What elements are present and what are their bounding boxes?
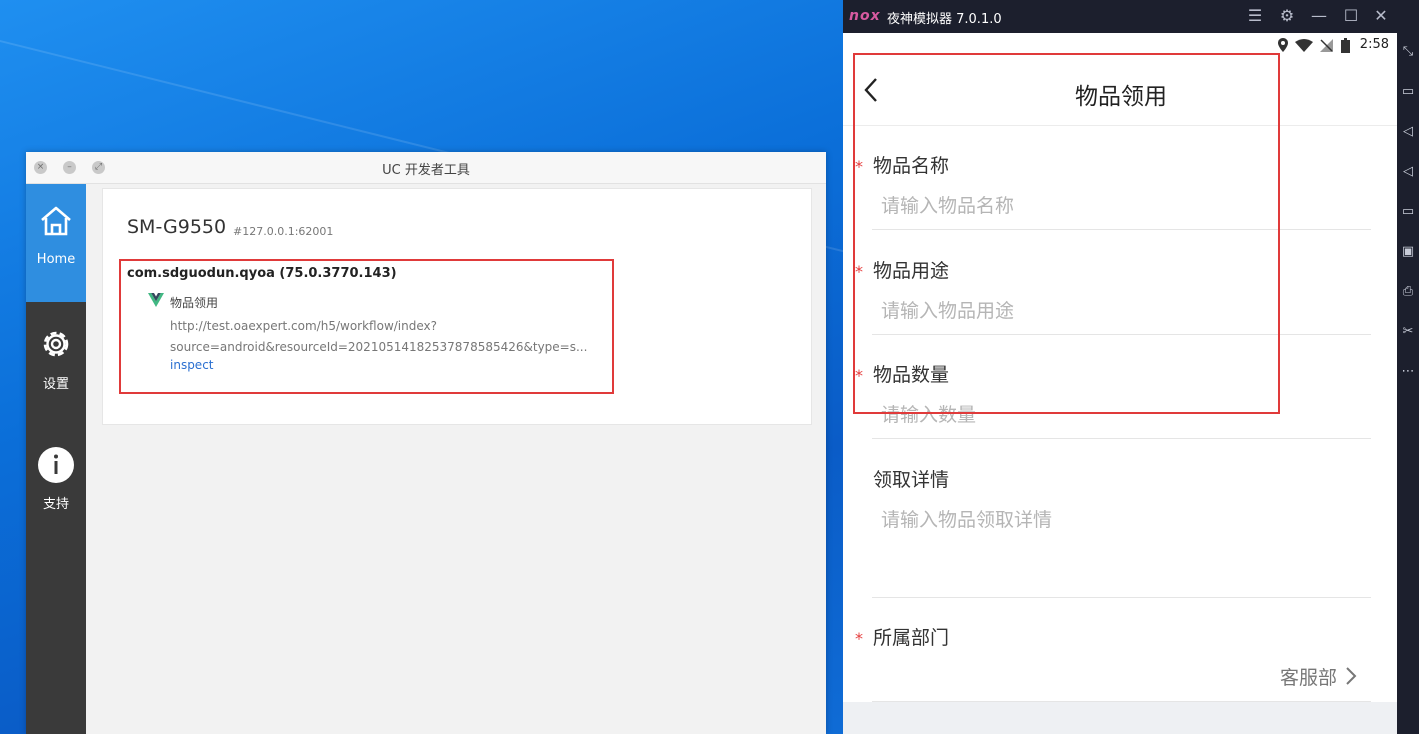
status-time: 2:58 — [1359, 37, 1389, 52]
sidebar-item-support[interactable]: 支持 — [26, 424, 86, 542]
device-name: SM-G9550 — [127, 216, 227, 238]
nox-logo: nox — [849, 8, 881, 24]
nox-titlebar: nox 夜神模拟器 7.0.1.0 ☰ ⚙ — ☐ ✕ — [843, 0, 1397, 33]
divider — [872, 597, 1371, 598]
divider — [872, 438, 1371, 439]
maximize-button[interactable]: ☐ — [1341, 6, 1361, 25]
uc-devtools-window: × – ⤢ UC 开发者工具 Home 设置 支持 SM-G9550 #127.… — [26, 152, 826, 734]
no-signal-icon — [1320, 39, 1333, 52]
sidebar-item-label: Home — [36, 252, 76, 267]
volume-down-icon[interactable]: ◁ — [1399, 163, 1417, 181]
location-icon — [1278, 38, 1288, 52]
screen-icon[interactable]: ▭ — [1399, 203, 1417, 221]
more-icon[interactable]: ⋯ — [1399, 363, 1417, 381]
home-icon — [41, 206, 71, 236]
uc-sidebar: Home 设置 支持 — [26, 184, 86, 734]
keyboard-icon[interactable]: ▭ — [1399, 83, 1417, 101]
nox-window-title: 夜神模拟器 7.0.1.0 — [887, 12, 1002, 27]
highlight-box — [119, 259, 614, 394]
chevron-right-icon[interactable] — [1345, 666, 1357, 686]
screenshot-icon[interactable]: ⎙ — [1399, 283, 1417, 301]
phone-screen: 2:58 物品领用 * 物品名称 请输入物品名称 * 物品用途 请输入物品用途 … — [843, 33, 1397, 734]
nox-toolbar: ⤡ ▭ ◁ ◁ ▭ ▣ ⎙ ✂ ⋯ — [1397, 33, 1419, 734]
required-mark: * — [855, 629, 863, 648]
pickup-details-textarea[interactable]: 请输入物品领取详情 — [881, 505, 1052, 532]
sidebar-item-label: 支持 — [42, 497, 69, 512]
wifi-icon — [1295, 39, 1313, 52]
field-label: 领取详情 — [873, 469, 950, 491]
battery-icon — [1341, 38, 1350, 53]
field-label: 所属部门 — [873, 627, 950, 649]
settings-icon[interactable]: ⚙ — [1277, 6, 1297, 25]
department-value[interactable]: 客服部 — [1280, 663, 1337, 690]
fullscreen-icon[interactable]: ⤡ — [1399, 43, 1417, 61]
menu-icon[interactable]: ☰ — [1245, 6, 1265, 25]
gear-icon — [43, 331, 69, 357]
phone-bottom-area — [843, 702, 1397, 734]
sidebar-item-home[interactable]: Home — [26, 184, 86, 302]
sidebar-item-label: 设置 — [42, 377, 69, 392]
device-address: #127.0.0.1:62001 — [233, 225, 334, 238]
highlight-box — [853, 53, 1280, 414]
sidebar-item-settings[interactable]: 设置 — [26, 304, 86, 422]
minimize-button[interactable]: — — [1309, 6, 1329, 25]
volume-up-icon[interactable]: ◁ — [1399, 123, 1417, 141]
uc-window-title: UC 开发者工具 — [382, 163, 470, 178]
apk-icon[interactable]: ▣ — [1399, 243, 1417, 261]
nox-emulator-window: nox 夜神模拟器 7.0.1.0 ☰ ⚙ — ☐ ✕ ⤡ ▭ ◁ ◁ ▭ ▣ … — [843, 0, 1419, 734]
scissors-icon[interactable]: ✂ — [1399, 323, 1417, 341]
device-panel: SM-G9550 #127.0.0.1:62001 com.sdguodun.q… — [102, 188, 812, 425]
close-button[interactable]: ✕ — [1371, 6, 1391, 25]
info-icon — [38, 447, 74, 483]
uc-titlebar: × – ⤢ UC 开发者工具 — [26, 152, 826, 184]
